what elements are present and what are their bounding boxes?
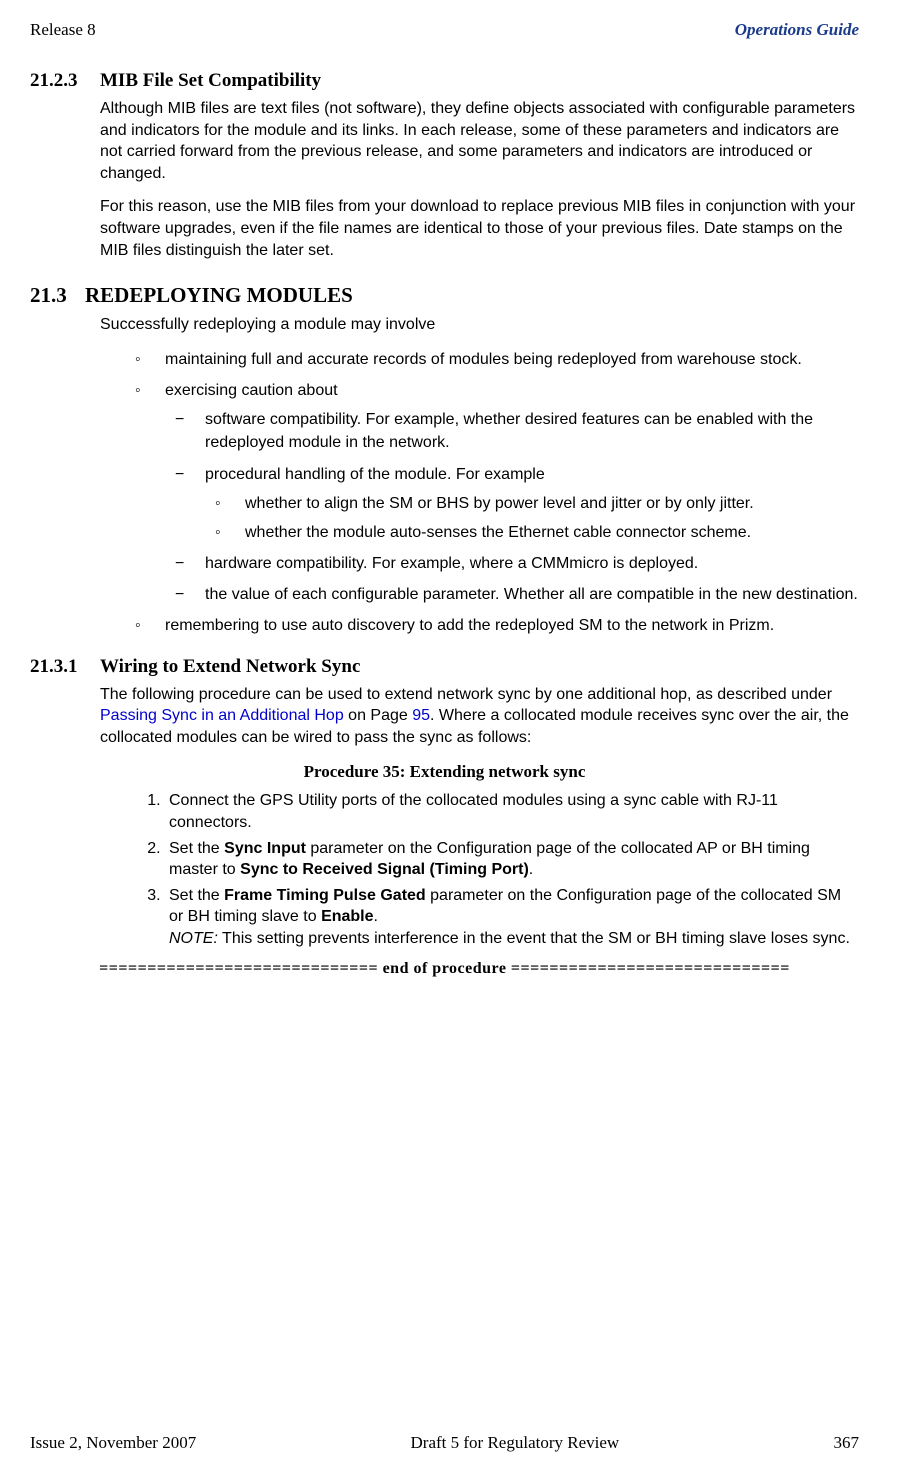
page-header: Release 8 Operations Guide bbox=[30, 20, 859, 40]
page-footer: Issue 2, November 2007 Draft 5 for Regul… bbox=[30, 1433, 859, 1453]
note-label: NOTE: bbox=[169, 930, 218, 947]
bold: Sync to Received Signal (Timing Port) bbox=[240, 861, 529, 878]
list-text: Connect the GPS Utility ports of the col… bbox=[169, 792, 778, 831]
list-item: hardware compatibility. For example, whe… bbox=[175, 552, 859, 575]
list-item: whether to align the SM or BHS by power … bbox=[215, 492, 859, 515]
para: The following procedure can be used to e… bbox=[100, 684, 859, 749]
sub-sub-list: whether to align the SM or BHS by power … bbox=[215, 492, 859, 544]
header-right: Operations Guide bbox=[735, 20, 859, 40]
procedure-list: Connect the GPS Utility ports of the col… bbox=[135, 790, 859, 949]
sub-list: software compatibility. For example, whe… bbox=[175, 408, 859, 606]
list-item: Set the Sync Input parameter on the Conf… bbox=[165, 838, 859, 881]
list-item: whether the module auto-senses the Ether… bbox=[215, 521, 859, 544]
text: . bbox=[374, 908, 378, 925]
list-item: Connect the GPS Utility ports of the col… bbox=[165, 790, 859, 833]
list-item: the value of each configurable parameter… bbox=[175, 583, 859, 606]
list-text: hardware compatibility. For example, whe… bbox=[205, 555, 698, 572]
heading-title: MIB File Set Compatibility bbox=[100, 70, 321, 92]
note-text: This setting prevents interference in th… bbox=[218, 930, 850, 947]
footer-right: 367 bbox=[834, 1433, 860, 1453]
para: Successfully redeploying a module may in… bbox=[100, 314, 859, 336]
page: Release 8 Operations Guide 21.2.3 MIB Fi… bbox=[0, 0, 899, 1473]
link-passing-sync[interactable]: Passing Sync in an Additional Hop bbox=[100, 707, 344, 724]
para: For this reason, use the MIB files from … bbox=[100, 196, 859, 261]
text: Set the bbox=[169, 840, 224, 857]
header-left: Release 8 bbox=[30, 20, 96, 40]
text: The following procedure can be used to e… bbox=[100, 686, 832, 703]
heading-title: Wiring to Extend Network Sync bbox=[100, 656, 360, 678]
text: . bbox=[529, 861, 533, 878]
list-text: the value of each configurable parameter… bbox=[205, 586, 858, 603]
list-item: maintaining full and accurate records of… bbox=[135, 348, 859, 371]
heading-num: 21.3.1 bbox=[30, 656, 100, 678]
list-item: remembering to use auto discovery to add… bbox=[135, 614, 859, 637]
bullet-list: maintaining full and accurate records of… bbox=[135, 348, 859, 638]
text: Set the bbox=[169, 887, 224, 904]
bold: Frame Timing Pulse Gated bbox=[224, 887, 426, 904]
footer-left: Issue 2, November 2007 bbox=[30, 1433, 196, 1453]
bold: Enable bbox=[321, 908, 373, 925]
heading-title: REDEPLOYING MODULES bbox=[85, 283, 353, 308]
link-page-95[interactable]: 95 bbox=[412, 707, 430, 724]
list-text: remembering to use auto discovery to add… bbox=[165, 617, 774, 634]
list-text: exercising caution about bbox=[165, 382, 338, 399]
list-item: software compatibility. For example, whe… bbox=[175, 408, 859, 454]
text: on Page bbox=[344, 707, 413, 724]
heading-num: 21.3 bbox=[30, 283, 85, 308]
list-text: software compatibility. For example, whe… bbox=[205, 411, 813, 451]
list-text: whether the module auto-senses the Ether… bbox=[245, 524, 751, 541]
list-item: exercising caution about software compat… bbox=[135, 379, 859, 607]
para: Although MIB files are text files (not s… bbox=[100, 98, 859, 184]
procedure-title: Procedure 35: Extending network sync bbox=[30, 762, 859, 782]
heading-21-2-3: 21.2.3 MIB File Set Compatibility bbox=[30, 70, 859, 92]
list-text: maintaining full and accurate records of… bbox=[165, 351, 802, 368]
list-text: procedural handling of the module. For e… bbox=[205, 466, 545, 483]
footer-center: Draft 5 for Regulatory Review bbox=[411, 1433, 620, 1453]
list-item: procedural handling of the module. For e… bbox=[175, 463, 859, 545]
heading-num: 21.2.3 bbox=[30, 70, 100, 92]
bold: Sync Input bbox=[224, 840, 306, 857]
heading-21-3: 21.3 REDEPLOYING MODULES bbox=[30, 283, 859, 308]
heading-21-3-1: 21.3.1 Wiring to Extend Network Sync bbox=[30, 656, 859, 678]
end-of-procedure: ============================= end of pro… bbox=[30, 960, 859, 978]
list-item: Set the Frame Timing Pulse Gated paramet… bbox=[165, 885, 859, 950]
list-text: whether to align the SM or BHS by power … bbox=[245, 495, 754, 512]
